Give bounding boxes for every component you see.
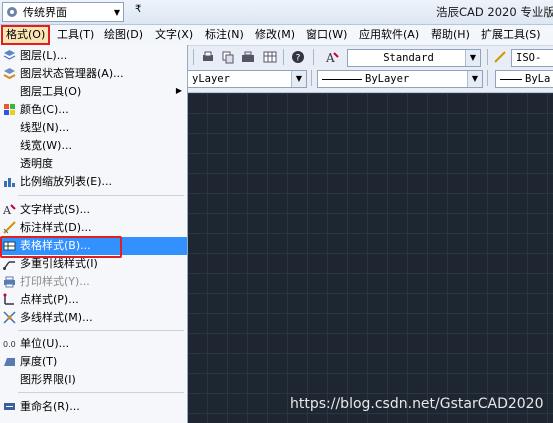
layer-color-combo[interactable]: yLayer ▼: [187, 70, 307, 88]
print-icon[interactable]: [201, 50, 215, 64]
mleader-icon: [3, 261, 15, 270]
menu-item-dim-style[interactable]: 标注样式(D)...: [0, 219, 187, 237]
menu-item-drawing-limits[interactable]: 图形界限(I): [0, 371, 187, 389]
toolbar-separator: [311, 70, 312, 86]
scale-list-icon: [4, 178, 15, 187]
dim-style-icon: [3, 221, 16, 234]
toolbar-separator: [283, 49, 284, 65]
toolbar-separator: [313, 49, 314, 65]
menu-applications[interactable]: 应用软件(A): [356, 27, 422, 43]
chevron-down-icon[interactable]: ▼: [465, 50, 480, 66]
toolbar-separator: [487, 70, 488, 86]
menu-item-print-style: 打印样式(Y)...: [0, 273, 187, 291]
toolbox-icon[interactable]: [241, 50, 255, 64]
toolbar-separator: [193, 49, 194, 65]
units-icon: 0.0: [3, 340, 16, 349]
menu-format[interactable]: 格式(O): [1, 25, 51, 45]
linetype-sample: [322, 78, 362, 80]
menu-bar: 格式(O) 工具(T) 绘图(D) 文字(X) 标注(N) 修改(M) 窗口(W…: [0, 25, 553, 46]
svg-text:?: ?: [296, 54, 301, 64]
toolbar-area: ? A Standard ▼ ISO- yLayer ▼ ByLayer ▼ B…: [187, 46, 553, 93]
svg-text:A: A: [325, 51, 335, 64]
menu-item-transparency[interactable]: 透明度: [0, 155, 187, 173]
menu-item-layer-tools[interactable]: 图层工具(O) ▶: [0, 83, 187, 101]
layers-icon: [3, 50, 16, 60]
layer-state-icon: [3, 68, 16, 80]
menu-separator: [18, 330, 184, 331]
menu-draw[interactable]: 绘图(D): [101, 27, 146, 43]
highlight-box-annotation: [0, 236, 122, 258]
text-style-tool-icon[interactable]: A: [325, 50, 339, 64]
help-icon[interactable]: ?: [291, 50, 305, 64]
drawing-canvas[interactable]: [187, 93, 553, 423]
menu-item-layer-state[interactable]: 图层状态管理器(A)...: [0, 65, 187, 83]
menu-item-linetype[interactable]: 线型(N)...: [0, 119, 187, 137]
chevron-down-icon[interactable]: ▼: [111, 8, 123, 17]
chevron-down-icon[interactable]: ▼: [291, 71, 306, 87]
menu-separator: [18, 392, 184, 393]
print-style-icon: [4, 276, 15, 288]
quick-access-dropdown-icon[interactable]: ₹: [135, 4, 141, 15]
submenu-arrow-icon: ▶: [175, 86, 182, 95]
text-style-combo[interactable]: Standard ▼: [347, 49, 481, 67]
toolbar-separator: [487, 49, 488, 65]
format-menu-dropdown: 图层(L)... 图层状态管理器(A)... 图层工具(O) ▶ 颜色(C)..…: [0, 45, 188, 423]
rename-icon: [4, 403, 15, 410]
workspace-combo[interactable]: 传统界面 ▼: [2, 2, 124, 22]
menu-item-scale-list[interactable]: 比例缩放列表(E)...: [0, 173, 187, 191]
menu-item-mline-style[interactable]: 多线样式(M)...: [0, 309, 187, 327]
menu-item-thickness[interactable]: 厚度(T): [0, 353, 187, 371]
menu-extended-tools[interactable]: 扩展工具(S): [478, 27, 544, 43]
linetype-combo[interactable]: ByLayer ▼: [317, 70, 483, 88]
color-icon: [4, 104, 15, 115]
lineweight-sample: [500, 78, 522, 80]
dim-style-combo[interactable]: ISO-: [511, 49, 553, 67]
text-style-icon: A: [3, 204, 16, 216]
title-bar: 传统界面 ▼ ₹ 浩辰CAD 2020 专业版: [0, 0, 553, 25]
menu-text[interactable]: 文字(X): [152, 27, 196, 43]
menu-modify[interactable]: 修改(M): [252, 27, 298, 43]
menu-window[interactable]: 窗口(W): [303, 27, 350, 43]
menu-dimension[interactable]: 标注(N): [202, 27, 247, 43]
thickness-icon: [4, 358, 15, 366]
table-icon[interactable]: [263, 50, 277, 64]
menu-tools[interactable]: 工具(T): [54, 27, 97, 43]
copy-icon[interactable]: [221, 50, 235, 64]
menu-item-point-style[interactable]: 点样式(P)...: [0, 291, 187, 309]
workspace-label: 传统界面: [23, 6, 67, 19]
menu-separator: [18, 195, 184, 196]
workspace-gear-icon: [7, 7, 17, 17]
menu-item-units[interactable]: 0.0 单位(U)...: [0, 335, 187, 353]
svg-text:0.0: 0.0: [3, 340, 16, 349]
dim-style-tool-icon[interactable]: [493, 50, 507, 64]
menu-help[interactable]: 帮助(H): [428, 27, 473, 43]
menu-item-text-style[interactable]: A 文字样式(S)...: [0, 201, 187, 219]
menu-item-rename[interactable]: 重命名(R)...: [0, 398, 187, 416]
watermark-text: https://blog.csdn.net/GstarCAD2020: [290, 396, 544, 412]
lineweight-combo[interactable]: ByLa: [495, 70, 553, 88]
chevron-down-icon[interactable]: ▼: [467, 71, 482, 87]
point-style-icon: [3, 293, 14, 305]
menu-item-layers[interactable]: 图层(L)...: [0, 47, 187, 65]
menu-item-lineweight[interactable]: 线宽(W)...: [0, 137, 187, 155]
mline-icon: [3, 311, 16, 324]
app-title: 浩辰CAD 2020 专业版: [436, 5, 553, 19]
menu-item-color[interactable]: 颜色(C)...: [0, 101, 187, 119]
